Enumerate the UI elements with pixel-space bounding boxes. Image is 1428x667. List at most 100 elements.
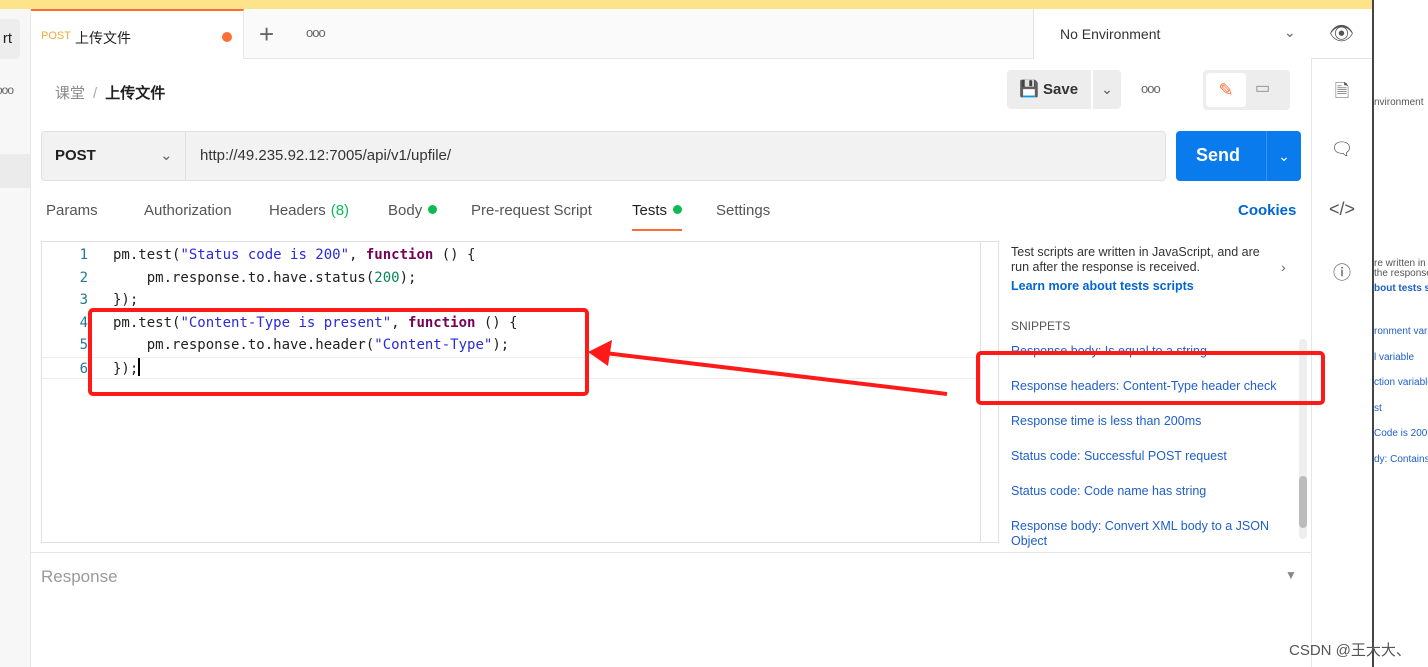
code-text: }); [113, 289, 138, 311]
code-line[interactable]: 3}); [42, 289, 980, 311]
chevron-down-icon: ⌄ [1284, 24, 1296, 40]
tab-body[interactable]: Body [388, 202, 438, 219]
save-button[interactable]: 💾 Save [1007, 70, 1091, 109]
chevron-right-icon[interactable]: › [1281, 259, 1286, 275]
comments-icon[interactable]: 🗨 [1312, 139, 1372, 160]
tab-label: Settings [716, 202, 771, 219]
code-line[interactable]: 6}); [42, 356, 980, 380]
code-text: pm.response.to.have.status(200); [113, 267, 417, 289]
more-actions-button[interactable]: ooo [1141, 81, 1161, 96]
url-input[interactable]: http://49.235.92.12:7005/api/v1/upfile/ [200, 147, 451, 164]
tab-label: Body [388, 202, 423, 219]
breadcrumb-collection[interactable]: 课堂 [55, 85, 85, 102]
line-number: 4 [79, 314, 88, 331]
edit-pencil-icon[interactable]: ✎ [1206, 73, 1246, 107]
collapse-caret-icon[interactable]: ▼ [1285, 568, 1297, 582]
code-line[interactable]: 2 pm.response.to.have.status(200); [42, 267, 980, 289]
code-text: pm.test("Status code is 200", function (… [113, 244, 475, 266]
snippets-panel: Test scripts are written in JavaScript, … [1011, 245, 1301, 548]
line-number: 2 [79, 269, 88, 286]
code-token: function [365, 247, 434, 263]
snippet-link[interactable]: Response body: Is equal to a string [1011, 344, 1296, 359]
code-token: () { [475, 314, 518, 331]
tab-label: Pre-request Script [471, 202, 592, 219]
snippet-link[interactable]: Status code: Successful POST request [1011, 449, 1296, 464]
snippet-link[interactable]: Response headers: Content-Type header ch… [1011, 379, 1296, 394]
breadcrumb-request: 上传文件 [105, 85, 166, 102]
snippet-link[interactable]: Response body: Convert XML body to a JSO… [1011, 519, 1296, 549]
code-line[interactable]: 4 pm.test("Content-Type is present", func… [42, 312, 980, 334]
code-token: "Content-Type is present" [180, 314, 392, 331]
tab-tests[interactable]: Tests [632, 202, 683, 231]
line-number: 5 [79, 337, 88, 353]
send-dropdown-icon[interactable]: ⌄ [1266, 131, 1301, 181]
code-editor[interactable]: 1 pm.test("Status code is 200", function … [41, 241, 999, 543]
unsaved-dot-icon[interactable] [222, 32, 232, 42]
line-number: 3 [79, 292, 88, 308]
tab-authorization[interactable]: Authorization [144, 202, 232, 219]
environment-select[interactable]: No Environment ⌄ [1033, 9, 1311, 59]
info-icon[interactable]: ⓘ [1312, 259, 1372, 285]
code-token: 200 [374, 269, 400, 286]
main-panel: POST 上传文件 + ooo No Environment ⌄ 课堂 / 上传文件… [31, 9, 1311, 667]
tab-label: Params [46, 202, 98, 219]
breadcrumb: 课堂 / 上传文件 [55, 82, 165, 103]
documentation-icon[interactable]: 🗎 [1312, 79, 1372, 109]
background-text: dy: Contains [1374, 454, 1428, 465]
code-text: pm.response.to.have.header("Content-Type… [113, 334, 509, 356]
save-label: Save [1043, 81, 1079, 98]
tab-label: Headers [269, 202, 326, 219]
background-text: st [1374, 403, 1382, 414]
code-text: }); [113, 357, 141, 380]
status-dot-icon [673, 205, 683, 214]
code-token: pm.test( [113, 247, 181, 263]
sidebar-more-icon[interactable]: ooo [0, 83, 14, 97]
status-dot-icon [428, 205, 438, 214]
snippets-scrollbar[interactable] [1299, 339, 1307, 539]
line-number: 6 [79, 360, 88, 377]
method-select[interactable]: POST ⌄ [42, 132, 186, 180]
window-top-bar [0, 0, 1372, 9]
tab-label: Authorization [144, 202, 232, 219]
tab-pre-request-script[interactable]: Pre-request Script [471, 202, 592, 219]
send-label: Send [1196, 145, 1241, 165]
background-text: nvironment [1374, 97, 1424, 108]
code-token: pm.test( [113, 314, 181, 331]
code-token: , [391, 314, 409, 331]
code-token: , [349, 247, 366, 263]
tab-more-button[interactable]: ooo [306, 25, 326, 40]
background-window: nvironment re written in . the response bou… [1372, 0, 1428, 667]
mode-toggle: ✎ ▭ [1203, 70, 1290, 110]
tab-headers[interactable]: Headers (8) [269, 202, 349, 219]
snippet-link[interactable]: Response time is less than 200ms [1011, 414, 1296, 429]
sidebar-selected-item[interactable] [0, 154, 30, 188]
code-token: () { [433, 247, 476, 263]
editor-scrollbar[interactable] [980, 242, 981, 542]
background-text: ronment varia [1374, 326, 1428, 337]
code-icon[interactable]: </> [1312, 199, 1372, 220]
comment-icon[interactable]: ▭ [1255, 78, 1270, 98]
sidebar-import-button[interactable]: rt [0, 19, 20, 59]
chevron-down-icon: ⌄ [160, 147, 173, 164]
tab-settings[interactable]: Settings [716, 202, 770, 219]
code-line[interactable]: 1 pm.test("Status code is 200", function … [42, 244, 980, 266]
chevron-down-icon: ⌄ [1101, 81, 1113, 97]
background-text: the response [1374, 268, 1428, 279]
request-tab[interactable]: POST 上传文件 [31, 9, 244, 59]
response-label: Response [41, 567, 118, 586]
snippet-link[interactable]: Status code: Code name has string [1011, 484, 1296, 499]
code-token: "Status code is 200" [180, 247, 350, 263]
eye-icon[interactable]: 👁 [1311, 9, 1372, 59]
code-token: }); [113, 360, 139, 377]
send-button[interactable]: Send ⌄ [1176, 131, 1301, 181]
new-tab-button[interactable]: + [259, 19, 274, 50]
save-dropdown-button[interactable]: ⌄ [1093, 70, 1121, 109]
cookies-link[interactable]: Cookies [1238, 202, 1296, 219]
tab-params[interactable]: Params [46, 202, 98, 219]
learn-more-link[interactable]: Learn more about tests scripts [1011, 279, 1301, 293]
code-token: "Content-Type" [374, 337, 493, 353]
code-line[interactable]: 5 pm.response.to.have.header("Content-Ty… [42, 334, 980, 356]
response-section: Response ▼ [31, 552, 1311, 667]
scrollbar-thumb[interactable] [1299, 476, 1307, 528]
tab-label: Tests [632, 202, 668, 219]
